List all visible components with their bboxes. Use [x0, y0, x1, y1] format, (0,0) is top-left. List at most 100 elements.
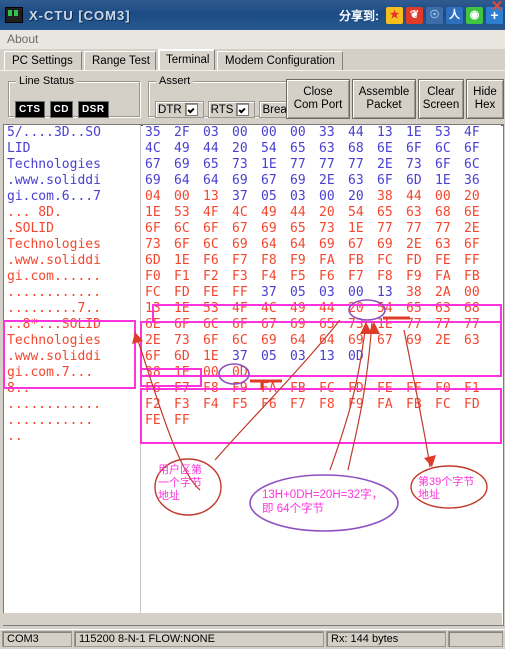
hex-row: FE FF — [143, 413, 501, 429]
led-dsr: DSR — [77, 101, 109, 118]
hex-byte: F9 — [348, 397, 364, 412]
hex-byte: 38 — [145, 365, 161, 380]
hex-byte: 38 — [406, 285, 422, 300]
hex-byte: 13 — [203, 189, 219, 204]
assemble-packet-button[interactable]: Assemble Packet — [352, 79, 416, 119]
hex-byte: F4 — [261, 269, 277, 284]
terminal-ascii-pane[interactable]: 5/....3D..SO LID Technologies .www.soliddi g… — [4, 125, 141, 623]
tab-terminal[interactable]: Terminal — [158, 49, 215, 70]
clear-screen-button[interactable]: Clear Screen — [418, 79, 464, 119]
close-com-port-button[interactable]: Close Com Port — [286, 79, 350, 119]
hex-row: 6D 1E F6 F7 F8 F9 FA FB FC FD FE FF — [143, 253, 501, 269]
terminal-toolbar: Line Status CTS CD DSR Assert DTR RTS Br… — [0, 70, 505, 124]
renren-share-icon[interactable]: 人 — [446, 6, 463, 24]
hex-byte: 1E — [377, 317, 393, 332]
hex-byte: 67 — [261, 317, 277, 332]
hex-byte: 13 — [377, 125, 393, 140]
hide-hex-button[interactable]: Hide Hex — [466, 79, 504, 119]
share-label: 分享到: — [339, 8, 379, 23]
hex-byte: 35 — [145, 125, 161, 140]
hex-byte: F4 — [203, 397, 219, 412]
tab-range-test[interactable]: Range Test — [84, 51, 156, 70]
hex-byte: FC — [435, 397, 451, 412]
hex-byte: 4C — [232, 205, 248, 220]
hex-row: 69 64 64 69 67 69 2E 63 6F 6D 1E 36 — [143, 173, 501, 189]
hex-byte: F8 — [319, 397, 335, 412]
qzone-share-icon[interactable]: ☉ — [426, 6, 443, 24]
hex-byte: F7 — [232, 253, 248, 268]
clear-screen-line2: Screen — [422, 99, 460, 111]
hex-byte: 4F — [203, 205, 219, 220]
hex-byte: FB — [406, 397, 422, 412]
hex-byte: F8 — [261, 253, 277, 268]
hex-byte: 6F — [377, 173, 393, 188]
status-extra — [448, 631, 503, 647]
hex-byte: 2F — [174, 125, 190, 140]
hex-byte: F6 — [145, 381, 161, 396]
hex-byte: FE — [145, 413, 161, 428]
menu-item-about[interactable]: About — [7, 32, 38, 46]
dtr-checkbox[interactable]: DTR — [155, 101, 204, 118]
weibo-share-icon[interactable]: ❦ — [406, 6, 423, 24]
hex-byte: 6D — [145, 253, 161, 268]
hex-byte: 0D — [348, 349, 364, 364]
app-icon — [5, 7, 23, 23]
annotation-byte-count-line1: 13H+0DH=20H=32字， — [262, 489, 384, 501]
hex-byte: 4F — [464, 125, 480, 140]
hex-byte: FA — [319, 253, 335, 268]
hide-hex-line2: Hex — [474, 99, 496, 111]
annotation-byte-count-line2: 即 64个字节 — [262, 503, 324, 515]
tab-modem-configuration[interactable]: Modem Configuration — [217, 51, 343, 70]
hex-byte: 2E — [145, 333, 161, 348]
terminal-hex-pane[interactable]: 35 2F 03 00 00 00 33 44 13 1E 53 4F 4C 49 44 20 54 65 63 68… — [143, 125, 501, 623]
hex-byte: 77 — [290, 157, 306, 172]
hex-byte: 65 — [319, 317, 335, 332]
sina-weibo-share-icon[interactable]: ★ — [386, 6, 403, 24]
hex-byte: 64 — [290, 333, 306, 348]
terminal-display[interactable]: 5/....3D..SO LID Technologies .www.soliddi g… — [3, 124, 504, 626]
hex-byte: FC — [319, 381, 335, 396]
close-icon[interactable]: ✕ — [489, 0, 505, 16]
rts-checkbox[interactable]: RTS — [207, 101, 256, 118]
ascii-line: Technologies — [7, 237, 101, 252]
hex-byte: 69 — [348, 333, 364, 348]
hex-byte: 69 — [261, 333, 277, 348]
hex-byte: 69 — [290, 173, 306, 188]
hex-byte: 67 — [232, 221, 248, 236]
status-rx-bytes: Rx: 144 bytes — [326, 631, 446, 647]
hex-byte: 05 — [290, 285, 306, 300]
hex-byte: 77 — [319, 157, 335, 172]
hex-byte: 68 — [348, 141, 364, 156]
ascii-line: .........7.. — [7, 301, 101, 316]
hex-byte: F3 — [174, 397, 190, 412]
hex-byte: 69 — [319, 237, 335, 252]
ascii-line: gi.com.6...7 — [7, 189, 101, 204]
tab-pc-settings[interactable]: PC Settings — [4, 51, 82, 70]
rts-checkbox-box[interactable] — [236, 103, 250, 116]
hex-byte: 2A — [435, 285, 451, 300]
dtr-checkbox-box[interactable] — [184, 103, 198, 116]
hex-byte: F8 — [377, 269, 393, 284]
hex-byte: 20 — [348, 301, 364, 316]
hex-byte: 00 — [203, 365, 219, 380]
hex-byte: 00 — [290, 125, 306, 140]
hex-byte: 6D — [174, 349, 190, 364]
hex-byte: 69 — [377, 237, 393, 252]
hex-byte: 6C — [174, 221, 190, 236]
hex-byte: 64 — [203, 173, 219, 188]
ascii-line: .www.soliddi — [7, 173, 101, 188]
hex-byte: 6F — [435, 157, 451, 172]
hex-byte: 69 — [290, 317, 306, 332]
ascii-line: 8.. — [7, 381, 31, 396]
hex-byte: 77 — [406, 221, 422, 236]
hex-row: 38 1E 00 0D — [143, 365, 501, 381]
hex-byte: 73 — [174, 333, 190, 348]
hex-byte: F1 — [464, 381, 480, 396]
hex-byte: 64 — [174, 173, 190, 188]
hex-byte: 00 — [174, 189, 190, 204]
hex-byte: 44 — [406, 189, 422, 204]
terminal-scroll-corner[interactable] — [3, 613, 502, 625]
hex-byte: F2 — [203, 269, 219, 284]
wechat-share-icon[interactable]: ◉ — [466, 6, 483, 24]
hex-byte: 49 — [290, 301, 306, 316]
